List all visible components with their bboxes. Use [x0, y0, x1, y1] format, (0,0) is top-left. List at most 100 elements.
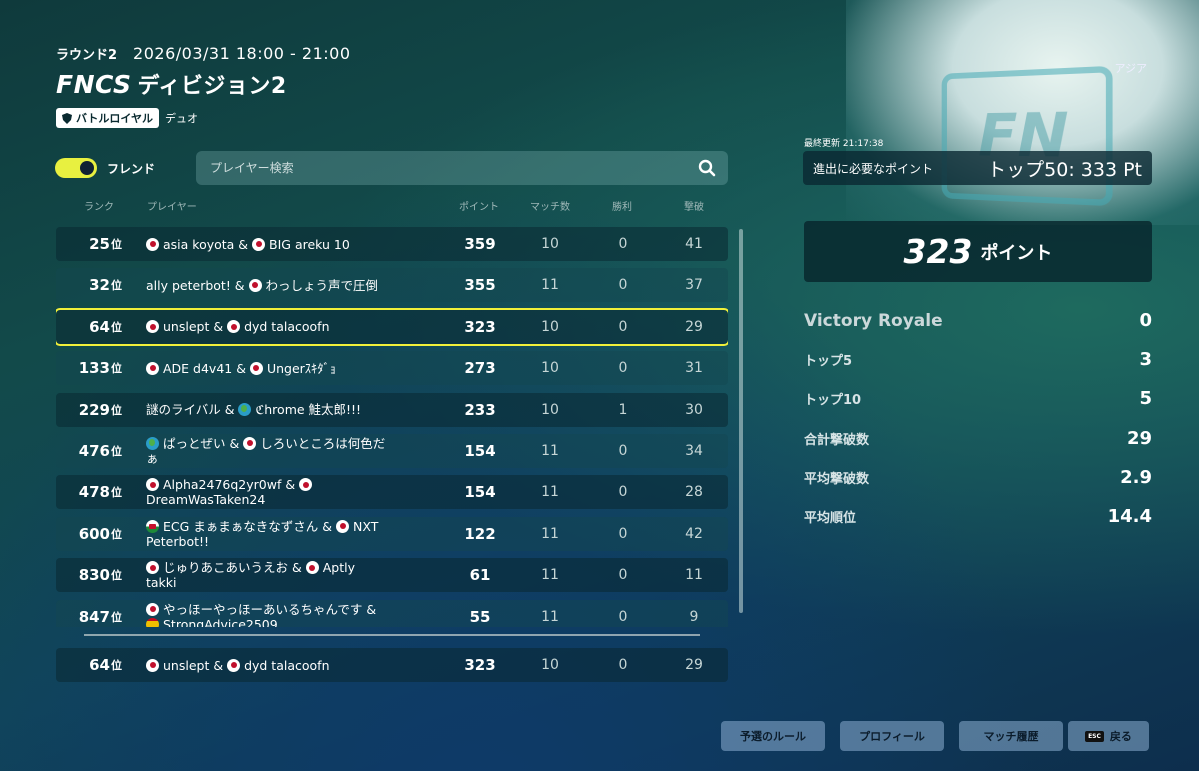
- friend-label: フレンド: [107, 160, 155, 177]
- flag-jp-icon: [306, 561, 319, 574]
- player-1-name: ECG まぁまぁなきなずさん: [163, 519, 318, 534]
- points-cell: 323: [451, 310, 509, 344]
- stat-avg-elims: 平均撃破数 2.9: [804, 458, 1152, 497]
- self-rank-row[interactable]: 64 位 unslept & dyd talacoofn 323 10 0 29: [56, 648, 728, 689]
- friend-filter[interactable]: フレンド: [55, 158, 155, 178]
- player-cell: ADE d4v41 & Ungerｽｷﾀﾞｮ: [146, 351, 386, 385]
- esc-key-icon: ESC: [1085, 731, 1104, 742]
- player-1-name: ally peterbot!: [146, 278, 231, 293]
- search-bar[interactable]: [196, 151, 728, 185]
- player-1-name: Alpha2476q2yr0wf: [163, 477, 281, 492]
- wins-cell: 0: [594, 268, 652, 302]
- rank-value: 847: [79, 608, 110, 626]
- rank-suffix: 位: [111, 609, 122, 625]
- player-2-name: dyd talacoofn: [244, 658, 329, 673]
- stat-value: 29: [1127, 428, 1152, 449]
- friend-toggle[interactable]: [55, 158, 97, 178]
- player-1-name: unslept: [163, 319, 209, 334]
- matches-cell: 10: [521, 393, 579, 427]
- flag-jp-icon: [227, 320, 240, 333]
- points-cell: 359: [451, 227, 509, 261]
- mode-badge-label: バトルロイヤル: [76, 110, 153, 126]
- flag-jp-icon: [146, 238, 159, 251]
- player-cell: 謎のライバル & ℭhrome 鮭太郎!!!: [146, 393, 386, 427]
- stat-value: 2.9: [1120, 467, 1152, 488]
- player-2-name: DreamWasTaken24: [146, 492, 265, 507]
- stat-value: 3: [1139, 349, 1152, 370]
- page-title: FNCS ディビジョン2: [56, 68, 287, 100]
- flag-jp-icon: [227, 659, 240, 672]
- rank-cell: 133 位: [56, 351, 122, 385]
- points-cell: 154: [451, 475, 509, 509]
- rank-cell: 32 位: [56, 268, 122, 302]
- player-1-name: 謎のライバル: [146, 402, 221, 417]
- table-row-current-player[interactable]: 64 位 unslept & dyd talacoofn 323 10 0 29: [56, 310, 728, 344]
- flag-jp-icon: [146, 362, 159, 375]
- table-row[interactable]: 478 位 Alpha2476q2yr0wf & DreamWasTaken24 15…: [56, 475, 728, 509]
- divider: [84, 634, 700, 636]
- rules-button[interactable]: 予選のルール: [721, 721, 825, 751]
- table-row[interactable]: 229 位 謎のライバル & ℭhrome 鮭太郎!!! 233 10 1 30: [56, 393, 728, 427]
- rank-cell: 64 位: [56, 310, 122, 344]
- rank-cell: 64 位: [56, 648, 122, 682]
- last-updated: 最終更新 21:17:38: [804, 136, 883, 149]
- elims-cell: 42: [665, 517, 723, 551]
- last-updated-time: 21:17:38: [843, 139, 883, 149]
- table-row[interactable]: 847 位やっほーやっほーあいるちゃんです & StrongAdvice2509 5…: [56, 600, 728, 627]
- rank-cell: 25 位: [56, 227, 122, 261]
- col-points: ポイント: [459, 198, 499, 213]
- table-row[interactable]: 830 位じゅりあこあいうえお & Aptly takki 61 11 0 11: [56, 558, 728, 592]
- flag-jp-icon: [146, 320, 159, 333]
- back-button[interactable]: ESC 戻る: [1068, 721, 1149, 751]
- points-cell: 355: [451, 268, 509, 302]
- matches-cell: 10: [521, 310, 579, 344]
- rank-suffix: 位: [111, 402, 122, 418]
- match-history-button[interactable]: マッチ履歴: [959, 721, 1063, 751]
- stat-label: トップ10: [804, 389, 861, 408]
- matches-cell: 11: [521, 475, 579, 509]
- elims-cell: 41: [665, 227, 723, 261]
- matches-cell: 11: [521, 268, 579, 302]
- wins-cell: 0: [594, 351, 652, 385]
- event-banner: FN アジア: [846, 0, 1199, 225]
- stat-top10: トップ10 5: [804, 379, 1152, 418]
- table-row[interactable]: 476 位ぱっとぜい & しろいところは何色だぁ 154 11 0 34: [56, 434, 728, 468]
- flag-wales-icon: [146, 520, 159, 533]
- table-row[interactable]: 64 位 unslept & dyd talacoofn 323 10 0 29: [56, 648, 728, 682]
- profile-button[interactable]: プロフィール: [840, 721, 944, 751]
- table-row[interactable]: 133 位 ADE d4v41 & Ungerｽｷﾀﾞｮ 273 10 0 31: [56, 351, 728, 385]
- title-sub: ディビジョン2: [137, 74, 286, 99]
- search-input[interactable]: [208, 160, 672, 176]
- scrollbar[interactable]: [739, 229, 743, 613]
- table-row[interactable]: 25 位 asia koyota & BIG areku 10 359 10 0 41: [56, 227, 728, 261]
- elims-cell: 29: [665, 648, 723, 682]
- elims-cell: 29: [665, 310, 723, 344]
- shield-icon: [62, 113, 72, 124]
- elims-cell: 34: [665, 434, 723, 468]
- back-button-label: 戻る: [1110, 728, 1132, 744]
- rank-cell: 476 位: [56, 434, 122, 468]
- player-cell: unslept & dyd talacoofn: [146, 648, 386, 682]
- elims-cell: 30: [665, 393, 723, 427]
- stat-label: 平均順位: [804, 507, 856, 526]
- total-score: 323 ポイント: [804, 221, 1152, 282]
- flag-es-icon: [146, 618, 159, 627]
- stat-top5: トップ5 3: [804, 340, 1152, 379]
- player-2-name: dyd talacoofn: [244, 319, 329, 334]
- col-player: プレイヤー: [147, 198, 197, 213]
- rank-suffix: 位: [111, 236, 122, 252]
- flag-jp-icon: [146, 561, 159, 574]
- player-2-name: Ungerｽｷﾀﾞｮ: [267, 361, 336, 376]
- leaderboard-list[interactable]: 25 位 asia koyota & BIG areku 10 359 10 0 41 32 位…: [56, 227, 728, 627]
- round-label: ラウンド2: [56, 44, 117, 63]
- flag-jp-icon: [299, 478, 312, 491]
- player-1-name: じゅりあこあいうえお: [163, 560, 288, 575]
- flag-jp-icon: [336, 520, 349, 533]
- search-icon[interactable]: [698, 159, 716, 177]
- stat-label: 合計撃破数: [804, 429, 869, 448]
- flag-jp-icon: [146, 659, 159, 672]
- table-row[interactable]: 600 位 ECG まぁまぁなきなずさん & NXT Peterbot!! 122 11…: [56, 517, 728, 551]
- table-row[interactable]: 32 位 ally peterbot! & わっしょう声で圧倒 355 11 0 37: [56, 268, 728, 302]
- wins-cell: 0: [594, 517, 652, 551]
- flag-jp-icon: [250, 362, 263, 375]
